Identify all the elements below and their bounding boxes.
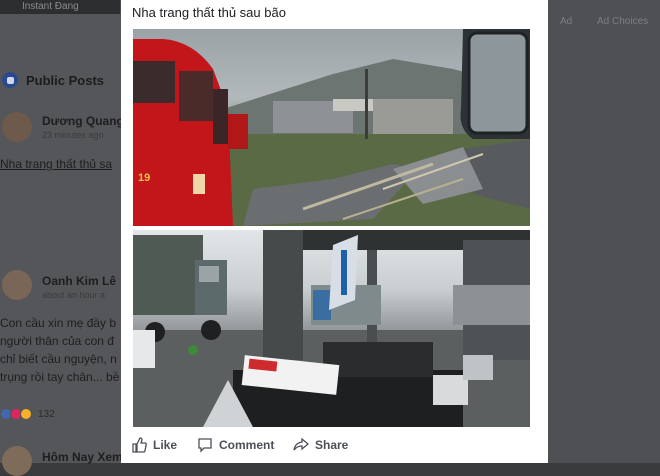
avatar[interactable]: [2, 112, 32, 142]
public-posts-heading: Public Posts: [2, 72, 104, 88]
photo-gas-station-damage[interactable]: [133, 230, 530, 427]
like-button[interactable]: Like: [131, 437, 177, 453]
photo-1-illustration: 19: [133, 29, 530, 226]
background-post-meta: 23 minutes ago: [42, 130, 104, 140]
public-posts-label: Public Posts: [26, 72, 105, 88]
comment-bubble-icon: [198, 438, 212, 453]
background-ad-choices-link[interactable]: Ad Choices: [597, 16, 648, 27]
public-posts-icon: [2, 72, 18, 88]
sad-reaction-icon: [20, 408, 32, 420]
share-button[interactable]: Share: [293, 437, 348, 453]
comment-label: Comment: [219, 438, 275, 452]
reaction-summary[interactable]: 132: [0, 408, 55, 420]
background-post-text[interactable]: Nha trang thất thủ sa: [0, 155, 112, 173]
like-label: Like: [153, 438, 178, 452]
avatar[interactable]: [2, 270, 32, 300]
background-post-author[interactable]: Hôm Nay Xem: [42, 450, 123, 464]
background-top-strip: Instant Đang: [0, 0, 120, 14]
post-card: Nha trang thất thủ sau bão 19 Like Comme…: [121, 0, 548, 463]
svg-text:19: 19: [138, 172, 150, 184]
background-ad-link[interactable]: Ad: [560, 16, 572, 27]
post-caption: Nha trang thất thủ sau bão: [132, 5, 286, 20]
background-post-author[interactable]: Dương Quang: [42, 114, 124, 128]
comment-button[interactable]: Comment: [197, 437, 274, 453]
photo-bus-storm-damage[interactable]: 19: [133, 29, 530, 226]
background-post-meta: about an hour a: [42, 290, 106, 300]
background-right-column: [548, 0, 660, 463]
reaction-count: 132: [38, 408, 55, 420]
avatar[interactable]: [2, 446, 32, 476]
thumbs-up-icon: [132, 437, 147, 453]
share-label: Share: [315, 438, 349, 452]
background-post-author[interactable]: Oanh Kim Lê: [42, 274, 116, 288]
post-action-bar: Like Comment Share: [121, 433, 548, 459]
photo-2-illustration: [133, 230, 530, 427]
background-post-body: Con cầu xin mẹ đầy b người thân của con …: [0, 316, 120, 384]
share-arrow-icon: [293, 437, 309, 451]
